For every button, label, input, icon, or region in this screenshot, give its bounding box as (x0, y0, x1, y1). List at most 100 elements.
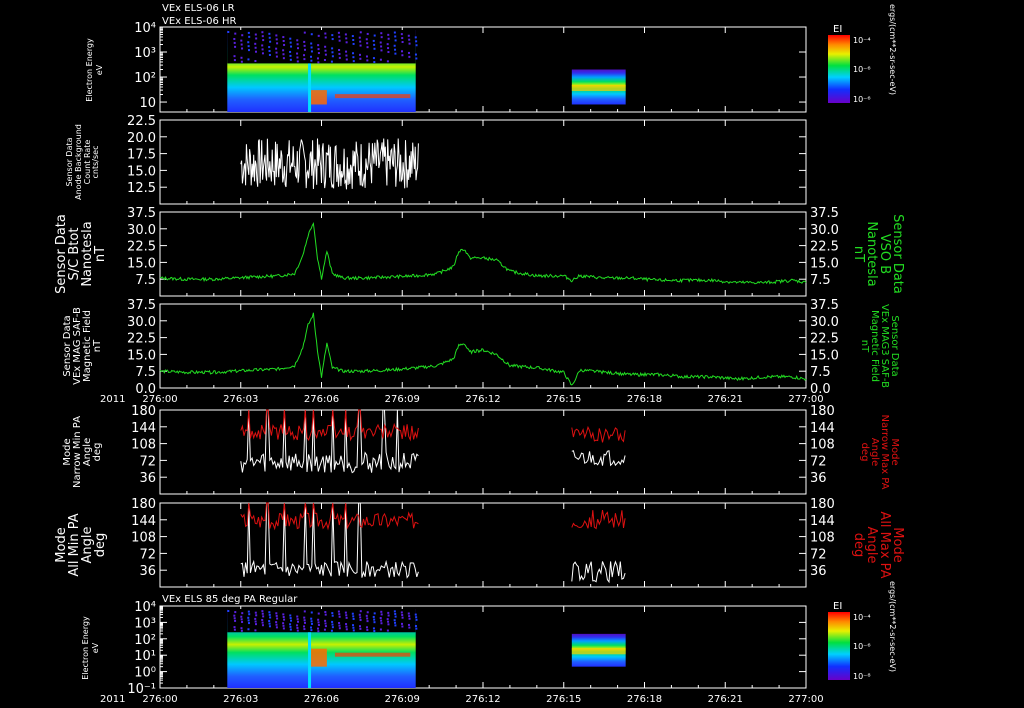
p1-spectrogram-speck (408, 55, 411, 58)
p1-spectrogram-speck (330, 60, 333, 63)
p1-spectrogram-speck (359, 31, 362, 34)
p7-spectrogram-speck (283, 618, 286, 621)
p1-spectrogram-speck (345, 41, 348, 44)
p1-spectrogram-speck (345, 54, 348, 57)
panel3-ylabel-right-line4: nT (851, 246, 866, 262)
p7-spectrogram-speck (323, 628, 326, 631)
p7-spectrogram-speck (324, 622, 327, 625)
panel1-header-line1: VEx ELS-06 LR (162, 3, 235, 14)
p5-y-tick-label-right: 144 (810, 421, 835, 436)
p7-spectrogram-speck (233, 617, 236, 620)
p7-spectrogram-speck (261, 621, 264, 624)
p2-y-tick-label: 22.5 (127, 114, 156, 129)
time-tick-label: 276:18 (627, 394, 662, 405)
p1-spectrogram-speck (386, 60, 389, 63)
p1-spectrogram-speck (296, 52, 299, 55)
p4-y-tick-label-right: 22.5 (810, 332, 839, 347)
p7-spectrogram-hot-band-2 (571, 648, 626, 655)
p1-spectrogram-speck (262, 39, 265, 42)
p1-spectrogram-speck (331, 55, 334, 58)
p7-y-tick-label: 10² (134, 633, 156, 648)
time-tick-label: 276:21 (708, 694, 743, 705)
p7-spectrogram-speck (380, 613, 383, 616)
bottom-axis-year: 2011 (100, 694, 125, 705)
p1-spectrogram-speck (303, 44, 306, 47)
p7-spectrogram-speck (387, 623, 390, 626)
p1-spectrogram-speck (358, 36, 361, 39)
p1-spectrogram-speck (290, 45, 293, 48)
p1-spectrogram-speck (297, 47, 300, 50)
p1-spectrogram-speck (338, 39, 341, 42)
p7-spectrogram-speck (352, 626, 355, 629)
p1-spectrogram-speck (240, 39, 243, 42)
panel6-ylabel-right-line4: deg (851, 533, 866, 558)
p7-spectrogram-speck (338, 624, 341, 627)
p7-spectrogram-speck (262, 615, 265, 618)
p7-spectrogram-speck (359, 619, 362, 622)
panel2-frame (159, 119, 807, 205)
p1-spectrogram-speck (414, 36, 417, 39)
p1-spectrogram-speck (248, 35, 251, 38)
p1-spectrogram-speck (296, 43, 299, 46)
time-tick-label: 276:12 (465, 394, 500, 405)
p7-spectrogram-speck (414, 625, 417, 628)
p7-spectrogram-speck (296, 629, 299, 632)
p1-spectrogram-speck (373, 47, 376, 50)
p7-spectrogram-speck (282, 613, 285, 616)
panel5-ylabel-right-line4: deg (859, 443, 870, 462)
panel7-colorbar-title: EI (833, 601, 842, 612)
p1-spectrogram-speck (338, 52, 341, 55)
p4-y-tick-label-right: 15.0 (810, 348, 839, 363)
p7-spectrogram-speck (240, 627, 243, 630)
time-tick-label: 276:03 (223, 394, 258, 405)
panel5-ylabel-left-line4: deg (92, 443, 103, 462)
p1-spectrogram-speck (289, 37, 292, 40)
panel4-frame (159, 303, 807, 389)
middle-axis-tick-labels: 276:00 276:03 276:06 276:09 276:12 276:15 276:… (142, 394, 823, 405)
p1-spectrogram-speck (261, 31, 264, 34)
p6-min-pa-line (571, 560, 626, 584)
p7-spectrogram-speck (233, 626, 236, 629)
p7-spectrogram-speck (345, 625, 348, 628)
p7-spectrogram-speck (240, 629, 243, 632)
p7-spectrogram-speck (331, 626, 334, 629)
p3-y-tick-label-right: 15.0 (810, 256, 839, 271)
p1-spectrogram-speck (317, 52, 320, 55)
p1-spectrogram-speck (254, 60, 257, 63)
p7-spectrogram-speck (345, 623, 348, 626)
p1-spectrogram-speck (387, 51, 390, 54)
panel4-field-line (159, 312, 807, 386)
p7-spectrogram-speck (317, 621, 320, 624)
p7-spectrogram-speck (387, 614, 390, 617)
panel7-colorbar-label-top: 10⁻⁴ (853, 613, 871, 622)
plot-stage: VEx ELS-06 LR VEx ELS-06 HR 1010²10³10⁴ … (54, 3, 905, 705)
p1-spectrogram-speck (275, 51, 278, 54)
p7-spectrogram-speck (373, 612, 376, 615)
panel1-colorbar-unit: ergs/(cm**2-sr-sec-eV) (888, 4, 897, 95)
p2-y-tick-label: 12.5 (127, 181, 156, 196)
p7-spectrogram-speck (282, 627, 285, 630)
panel1-ylabel-line2: eV (95, 64, 104, 75)
p1-spectrogram-speck (366, 59, 369, 62)
p1-spectrogram-speck (359, 44, 362, 47)
p1-spectrogram-speck (233, 37, 236, 40)
p7-spectrogram-speck (310, 626, 313, 629)
p1-spectrogram-speck (407, 51, 410, 54)
p5-y-tick-label: 36 (139, 471, 156, 486)
panel2-y-ticks: 12.5 15.017.5 20.0 22.5 (127, 114, 807, 204)
p1-spectrogram-speck (401, 54, 404, 57)
p7-spectrogram-speck (297, 620, 300, 623)
p7-spectrogram-speck (366, 611, 369, 614)
p1-spectrogram-speck (282, 40, 285, 43)
p5-y-tick-label-right: 72 (810, 454, 827, 469)
time-tick-label: 276:03 (223, 694, 258, 705)
p7-spectrogram-speck (248, 613, 251, 616)
p1-spectrogram-hot-band-2 (571, 84, 626, 91)
p1-spectrogram-speck (268, 50, 271, 53)
p7-spectrogram-speck (241, 620, 244, 623)
p3-y-tick-label: 15.0 (127, 256, 156, 271)
p7-spectrogram-speck (331, 612, 334, 615)
p7-spectrogram-speck (275, 612, 278, 615)
p3-y-tick-label: 30.0 (127, 223, 156, 238)
p1-spectrogram-speck (289, 58, 292, 61)
